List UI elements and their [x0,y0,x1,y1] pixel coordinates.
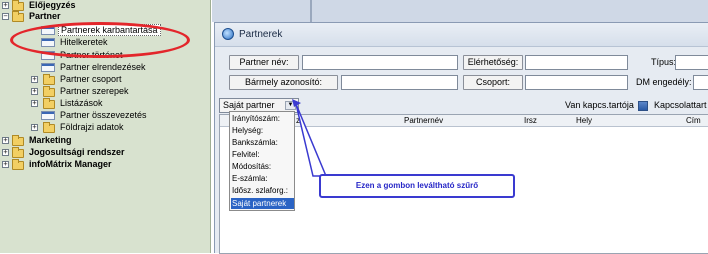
expand-icon[interactable]: + [31,88,38,95]
tree-item-label: Partnerek karbantartása [58,24,161,36]
filter-popup-menu: Irányítószám: Helység: Bankszámla: Felvi… [229,111,295,211]
tree-item-label: Marketing [29,135,72,145]
folder-icon [43,122,55,133]
tree-item-label: Jogosultsági rendszer [29,147,125,157]
tree-item-infomatrix-manager[interactable]: + infoMátrix Manager [0,159,200,170]
tree-item-hitelkeretek[interactable]: Hitelkeretek [0,37,200,48]
folder-icon [43,74,55,85]
menu-item-helyseg[interactable]: Helység: [231,125,294,136]
tree-item-label: Előjegyzés [29,0,76,10]
csoport-button[interactable]: Csoport: [463,75,523,90]
expand-icon[interactable]: + [2,149,9,156]
tree-item-label: Listázások [60,98,103,108]
csoport-input[interactable] [525,75,628,90]
sajat-partner-label: Saját partner [223,100,275,110]
tipus-input[interactable] [675,55,708,70]
tree-item-label: Partner elrendezések [60,62,146,72]
tree-item-label: Partner szerepek [60,86,129,96]
expand-icon[interactable]: + [2,137,9,144]
dm-engedely-label: DM engedély: [636,77,692,87]
document-icon [41,63,55,72]
tree-item-partnerek-karbantartasa[interactable]: Partnerek karbantartása [0,24,200,37]
background-window-strip [212,0,708,22]
window-title: Partnerek [239,29,283,40]
tree-item-listazasok[interactable]: + Listázások [0,98,200,109]
column-header-szl[interactable]: zl. [296,116,304,125]
tipus-label: Típus: [651,57,677,67]
menu-item-idosz-szlaforg[interactable]: Idősz. szlaforg.: [231,185,294,196]
tree-item-label: Partner [29,11,61,21]
collapse-icon[interactable]: − [2,13,9,20]
expand-icon[interactable]: + [31,124,38,131]
menu-item-sajat-partnerek[interactable]: Saját partnerek [231,198,294,209]
tree-item-foldrajzi-adatok[interactable]: + Földrajzi adatok [0,122,200,133]
barmely-azonosito-input[interactable] [341,75,458,90]
tree-item-jogosultsagi-rendszer[interactable]: + Jogosultsági rendszer [0,147,200,158]
folder-icon [12,147,24,158]
folder-icon [43,86,55,97]
column-header-hely[interactable]: Hely [576,116,592,125]
tree-item-partner-elrendezesek[interactable]: Partner elrendezések [0,62,200,73]
tree-item-partner[interactable]: − Partner [0,11,200,22]
partner-nev-button[interactable]: Partner név: [229,55,299,70]
folder-icon [12,159,24,170]
tree-item-label: infoMátrix Manager [29,159,112,169]
document-icon [41,111,55,120]
menu-item-bankszamla[interactable]: Bankszámla: [231,137,294,148]
folder-icon [12,0,24,11]
chevron-down-icon[interactable]: ▼ [285,101,296,110]
partner-nev-input[interactable] [302,55,458,70]
expand-icon[interactable]: + [31,100,38,107]
document-icon [41,26,55,35]
van-kapcs-tartoja-checkbox[interactable] [638,101,648,111]
folder-icon [12,135,24,146]
folder-icon [12,11,24,22]
column-header-cim[interactable]: Cím [686,116,701,125]
annotation-callout: Ezen a gombon leváltható szűrő [319,174,515,198]
column-header-irsz[interactable]: Irsz [524,116,537,125]
expand-icon[interactable]: + [31,76,38,83]
tree-item-label: Földrajzi adatok [60,122,124,132]
kapcsolattarto-label: Kapcsolattart [654,100,707,110]
tree-item-elojegyzes[interactable]: + Előjegyzés [0,0,200,11]
expand-icon[interactable]: + [2,2,9,9]
folder-icon [43,98,55,109]
elerhetoseg-input[interactable] [525,55,628,70]
menu-item-iranyitoszam[interactable]: Irányítószám: [231,113,294,124]
tree-item-marketing[interactable]: + Marketing [0,135,200,146]
document-icon [41,38,55,47]
barmely-azonosito-button[interactable]: Bármely azonosító: [229,75,338,90]
menu-item-felvitel[interactable]: Felvitel: [231,149,294,160]
navigation-tree: + Előjegyzés − Partner Partnerek karbant… [0,0,211,253]
globe-icon [222,28,234,40]
tree-item-label: Partner összevezetés [60,110,147,120]
tree-item-label: Hitelkeretek [60,37,108,47]
tree-item-partner-csoport[interactable]: + Partner csoport [0,74,200,85]
splitter[interactable] [310,0,312,22]
van-kapcs-tartoja-label: Van kapcs.tartója [565,100,634,110]
tree-item-partner-tortenet[interactable]: Partner történet [0,50,200,61]
tree-item-label: Partner csoport [60,74,122,84]
tree-item-label: Partner történet [60,50,123,60]
document-icon [41,51,55,60]
elerhetoseg-button[interactable]: Elérhetőség: [463,55,523,70]
expand-icon[interactable]: + [2,161,9,168]
tree-item-partner-osszevezetes[interactable]: Partner összevezetés [0,110,200,121]
menu-item-modositas[interactable]: Módosítás: [231,161,294,172]
menu-item-e-szamla[interactable]: E-számla: [231,173,294,184]
column-header-partnernev[interactable]: Partnernév [404,116,443,125]
window-titlebar[interactable]: Partnerek [215,23,708,47]
dm-engedely-input[interactable] [693,75,708,90]
tree-item-partner-szerepek[interactable]: + Partner szerepek [0,86,200,97]
